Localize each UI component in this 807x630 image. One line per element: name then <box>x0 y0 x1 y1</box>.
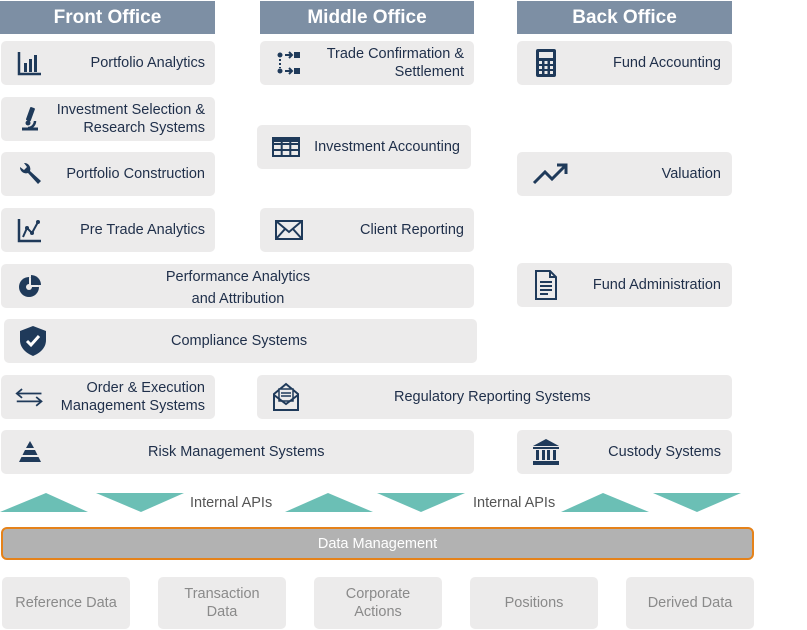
pie-chart-icon <box>15 271 45 301</box>
source-reference-data: Reference Data <box>2 577 130 629</box>
source-positions: Positions <box>470 577 598 629</box>
label-corporate-2: Actions <box>354 604 402 620</box>
source-corporate-actions: Corporate Actions <box>314 577 442 629</box>
data-management-bar: Data Management <box>1 527 754 560</box>
up-arrow-2 <box>285 493 373 512</box>
label-transaction-1: Transaction <box>184 586 260 602</box>
internal-apis-label-left: Internal APIs <box>190 495 273 511</box>
header-back-office: Back Office <box>517 1 732 34</box>
up-arrow-3 <box>561 493 649 512</box>
calculator-icon <box>531 48 561 78</box>
up-arrow-1 <box>0 493 88 512</box>
label-transaction-2: Data <box>206 604 238 620</box>
label-regulatory-reporting: Regulatory Reporting Systems <box>394 389 591 405</box>
box-valuation: Valuation <box>517 152 732 196</box>
label-portfolio-construction: Portfolio Construction <box>66 166 205 182</box>
shield-check-icon <box>18 326 48 356</box>
label-fund-accounting: Fund Accounting <box>612 55 721 71</box>
down-arrow-2 <box>377 493 465 512</box>
microscope-icon <box>15 104 45 134</box>
label-pre-trade-analytics: Pre Trade Analytics <box>80 222 205 238</box>
label-client-reporting: Client Reporting <box>360 222 464 238</box>
box-trade-confirmation: Trade Confirmation & Settlement <box>260 41 474 85</box>
internal-apis-label-right: Internal APIs <box>473 495 556 511</box>
source-derived-data: Derived Data <box>626 577 754 629</box>
label-performance-analytics-1: Performance Analytics <box>165 269 311 285</box>
table-grid-icon <box>271 132 301 162</box>
box-custody-systems: Custody Systems <box>517 430 732 474</box>
api-arrows <box>0 493 741 512</box>
pyramid-icon <box>15 437 45 467</box>
box-investment-selection: Investment Selection & Research Systems <box>1 97 215 141</box>
label-custody-systems: Custody Systems <box>608 444 721 460</box>
label-valuation: Valuation <box>661 166 721 182</box>
label-trade-confirmation-1: Trade Confirmation & <box>326 46 464 62</box>
wrench-icon <box>15 159 45 189</box>
bar-chart-icon <box>15 48 45 78</box>
label-performance-analytics-2: and Attribution <box>191 291 285 307</box>
swap-arrows-icon <box>15 382 45 412</box>
label-risk-management: Risk Management Systems <box>148 444 325 460</box>
label-investment-accounting: Investment Accounting <box>314 139 460 155</box>
label-investment-selection-1: Investment Selection & <box>56 102 205 118</box>
box-investment-accounting: Investment Accounting <box>257 125 471 169</box>
box-portfolio-analytics: Portfolio Analytics <box>1 41 215 85</box>
label-corporate-1: Corporate <box>345 586 411 602</box>
box-fund-administration: Fund Administration <box>517 263 732 307</box>
label-trade-confirmation-2: Settlement <box>394 64 464 80</box>
label-portfolio-analytics: Portfolio Analytics <box>90 55 205 71</box>
label-order-execution-1: Order & Execution <box>86 380 205 396</box>
down-arrow-1 <box>96 493 184 512</box>
line-chart-icon <box>15 215 45 245</box>
label-fund-administration: Fund Administration <box>592 277 721 293</box>
header-front-office: Front Office <box>0 1 215 34</box>
label-order-execution-2: Management Systems <box>60 398 205 414</box>
document-icon <box>531 270 561 300</box>
header-middle-office: Middle Office <box>260 1 474 34</box>
mail-document-icon <box>271 382 301 412</box>
source-transaction-data: Transaction Data <box>158 577 286 629</box>
box-client-reporting: Client Reporting <box>260 208 474 252</box>
box-performance-analytics: Performance Analytics and Attribution <box>1 264 474 308</box>
envelope-icon <box>274 215 304 245</box>
settlement-flow-icon <box>274 48 304 78</box>
box-compliance-systems: Compliance Systems <box>4 319 477 363</box>
down-arrow-3 <box>653 493 741 512</box>
box-order-execution: Order & Execution Management Systems <box>1 375 215 419</box>
box-fund-accounting: Fund Accounting <box>517 41 732 85</box>
box-risk-management: Risk Management Systems <box>1 430 474 474</box>
bank-building-icon <box>531 437 561 467</box>
box-portfolio-construction: Portfolio Construction <box>1 152 215 196</box>
box-regulatory-reporting: Regulatory Reporting Systems <box>257 375 732 419</box>
label-investment-selection-2: Research Systems <box>83 120 205 136</box>
trending-up-icon <box>531 159 571 189</box>
label-compliance-systems: Compliance Systems <box>171 333 308 349</box>
box-pre-trade-analytics: Pre Trade Analytics <box>1 208 215 252</box>
